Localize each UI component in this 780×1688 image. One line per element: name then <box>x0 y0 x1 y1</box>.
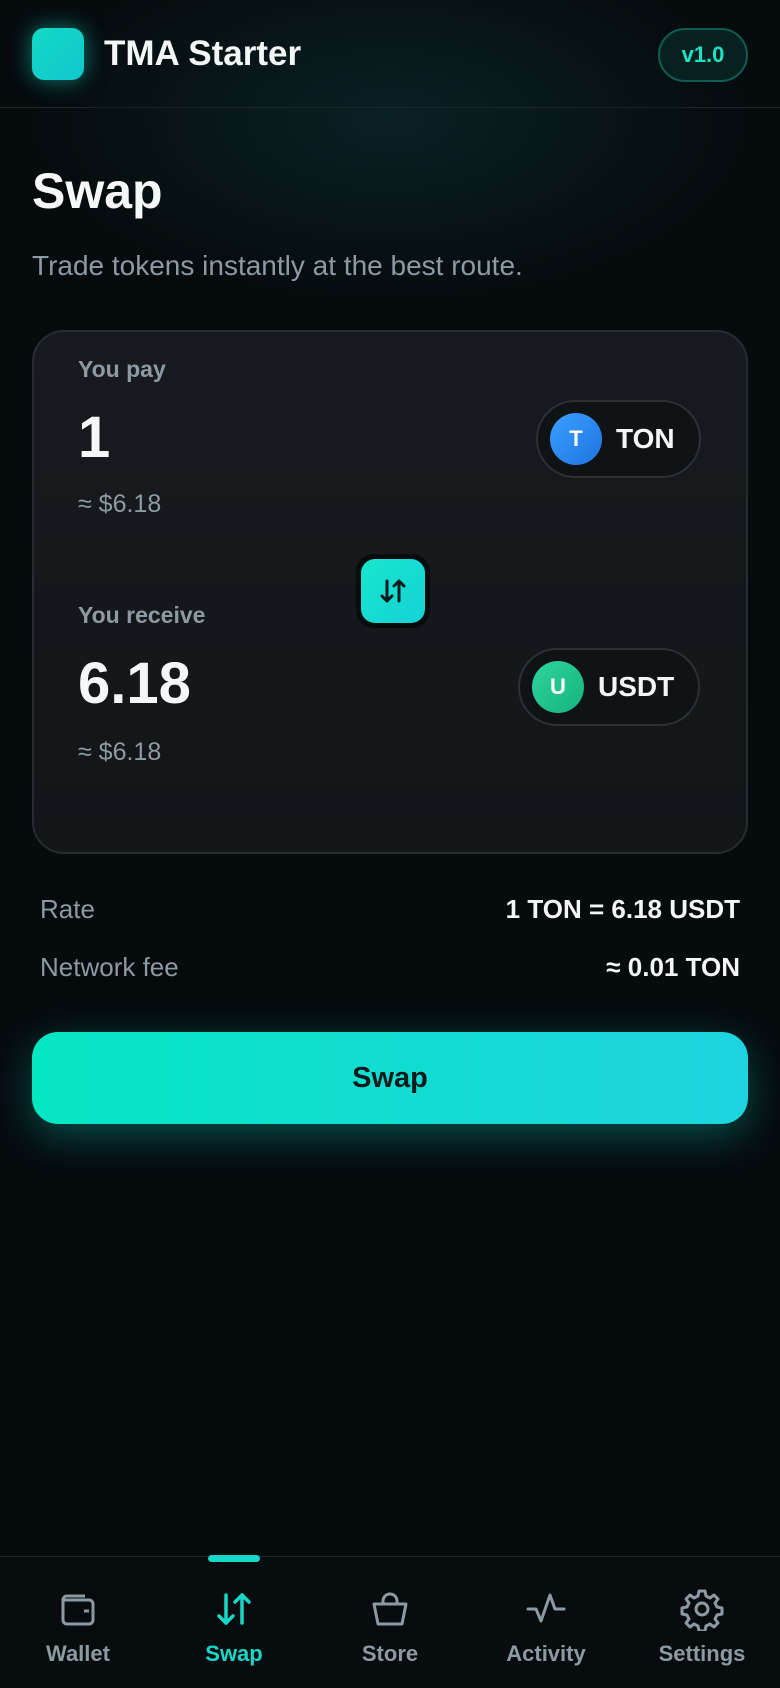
pay-label: You pay <box>78 356 166 382</box>
swap-vertical-icon <box>361 559 425 623</box>
swap-button[interactable]: Swap <box>32 1032 748 1124</box>
rate-label: Rate <box>40 894 95 924</box>
receive-amount: 6.18 <box>78 651 191 716</box>
nav-label-wallet: Wallet <box>46 1641 110 1666</box>
pay-token-symbol: TON <box>616 423 675 454</box>
app-header: TMA Starter v1.0 <box>0 0 780 108</box>
nav-label-settings: Settings <box>658 1641 746 1666</box>
swap-direction-button[interactable] <box>356 554 430 628</box>
nav-item-store[interactable]: Store <box>312 1557 468 1688</box>
gear-icon <box>680 1587 724 1631</box>
nav-item-settings[interactable]: Settings <box>624 1557 780 1688</box>
pay-amount-input[interactable]: 1 <box>78 404 110 471</box>
rate-value: 1 TON = 6.18 USDT <box>505 894 740 924</box>
nav-item-wallet[interactable]: Wallet <box>0 1557 156 1688</box>
activity-icon <box>524 1587 568 1631</box>
page-title: Swap <box>32 163 163 219</box>
wallet-icon <box>56 1587 100 1631</box>
receive-token-symbol: USDT <box>598 671 675 702</box>
app-screen: TMA Starter v1.0 Swap Trade tokens insta… <box>0 0 780 1688</box>
ton-token-icon: T <box>550 413 602 465</box>
page-subtitle: Trade tokens instantly at the best route… <box>32 250 523 281</box>
app-title: TMA Starter <box>104 33 302 73</box>
network-fee-value: ≈ 0.01 TON <box>606 952 740 982</box>
rate-row: Rate 1 TON = 6.18 USDT <box>40 894 740 925</box>
network-fee-row: Network fee ≈ 0.01 TON <box>40 952 740 983</box>
pay-fiat-value: ≈ $6.18 <box>78 490 162 518</box>
network-fee-label: Network fee <box>40 952 179 982</box>
bottom-nav: Wallet Swap Store Activity Settings <box>0 1555 780 1688</box>
nav-label-swap: Swap <box>205 1641 263 1666</box>
nav-item-activity[interactable]: Activity <box>468 1557 624 1688</box>
shopping-bag-icon <box>368 1587 412 1631</box>
swap-card: You pay 1 ≈ $6.18 T TON You receive 6.18… <box>32 330 748 854</box>
receive-token-selector[interactable]: U USDT <box>518 648 701 726</box>
receive-fiat-value: ≈ $6.18 <box>78 738 162 766</box>
receive-label: You receive <box>78 602 206 628</box>
nav-label-activity: Activity <box>506 1641 586 1666</box>
swap-icon <box>212 1587 256 1631</box>
pay-token-selector[interactable]: T TON <box>536 400 701 478</box>
app-logo <box>32 27 84 80</box>
nav-item-swap[interactable]: Swap <box>156 1555 312 1688</box>
usdt-token-icon: U <box>532 661 584 713</box>
nav-label-store: Store <box>361 1641 419 1666</box>
active-tab-indicator <box>208 1555 260 1562</box>
version-badge: v1.0 <box>658 28 748 82</box>
